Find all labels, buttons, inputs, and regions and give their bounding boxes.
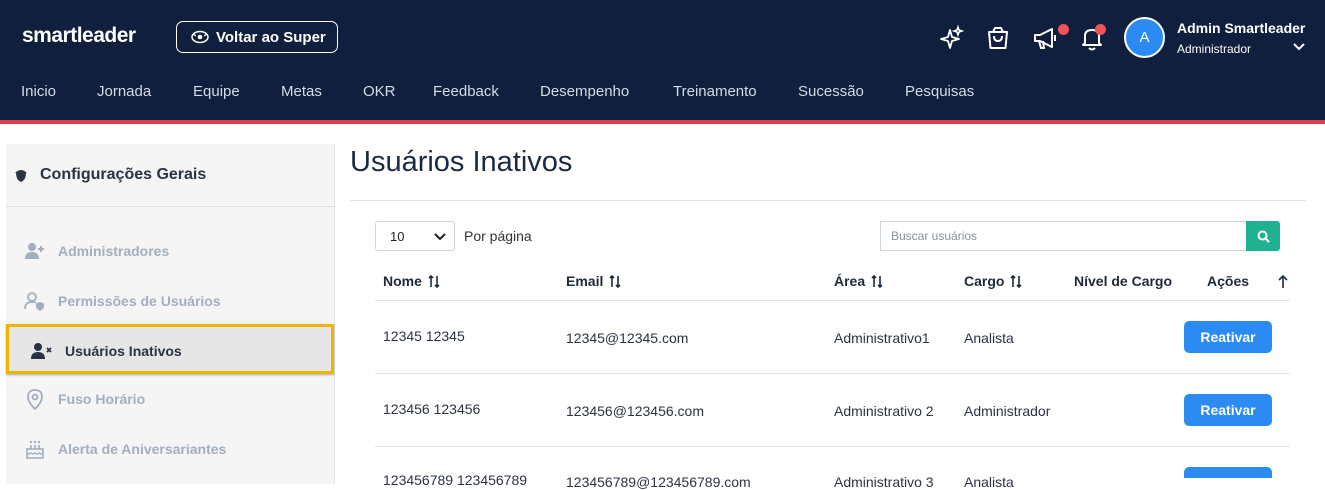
page-title: Usuários Inativos (350, 146, 573, 178)
column-header-nivel-cargo: Nível de Cargo (1074, 273, 1173, 289)
nav-item-sucessao[interactable]: Sucessão (798, 83, 864, 100)
search-button[interactable] (1246, 221, 1280, 251)
cake-icon (26, 440, 44, 459)
cell-area: Administrativo1 (834, 330, 930, 346)
settings-sidebar: Configurações Gerais Administradores Per… (6, 144, 335, 484)
megaphone-notification-dot (1058, 24, 1069, 35)
title-divider (350, 200, 1306, 201)
column-header-acoes: Ações (1207, 273, 1250, 289)
sort-icon (871, 274, 883, 288)
user-x-icon (31, 343, 52, 359)
per-page-select[interactable]: 10 (375, 221, 455, 251)
back-to-super-button[interactable]: Voltar ao Super (176, 21, 338, 53)
nav-item-metas[interactable]: Metas (281, 83, 322, 100)
table-divider (375, 300, 1290, 301)
acorn-icon (15, 170, 27, 182)
megaphone-icon[interactable] (1032, 24, 1060, 52)
search-placeholder: Buscar usuários (891, 229, 978, 243)
table-divider (375, 373, 1290, 374)
search-icon (1257, 230, 1270, 243)
user-shield-icon (24, 292, 44, 311)
sort-icon (609, 274, 621, 288)
user-plus-icon (25, 243, 44, 259)
cell-nome: 12345 12345 (383, 328, 465, 344)
search-input[interactable]: Buscar usuários (880, 221, 1246, 251)
sidebar-item-alerta-aniversariantes[interactable]: Alerta de Aniversariantes (24, 435, 226, 463)
nav-item-feedback[interactable]: Feedback (433, 83, 499, 100)
sparkles-icon[interactable] (937, 24, 965, 52)
cell-cargo: Analista (964, 474, 1014, 490)
nav-item-equipe[interactable]: Equipe (193, 83, 240, 100)
sidebar-item-administradores[interactable]: Administradores (24, 237, 169, 265)
user-role: Administrador (1177, 42, 1252, 56)
nav-item-jornada[interactable]: Jornada (97, 83, 151, 100)
per-page-value: 10 (390, 228, 405, 244)
sidebar-item-permissoes[interactable]: Permissões de Usuários (24, 287, 221, 315)
sort-icon (428, 274, 440, 288)
user-name: Admin Smartleader (1177, 20, 1306, 36)
nav-item-treinamento[interactable]: Treinamento (673, 83, 757, 100)
back-to-super-label: Voltar ao Super (216, 28, 326, 46)
cell-cargo: Administrador (964, 403, 1051, 419)
cell-email: 123456@123456.com (566, 403, 704, 419)
bell-notification-dot (1095, 24, 1106, 35)
nav-item-pesquisas[interactable]: Pesquisas (905, 83, 974, 100)
cell-area: Administrativo 3 (834, 474, 934, 490)
shopping-bag-icon[interactable] (984, 24, 1012, 52)
app-logo[interactable]: smartleader (22, 24, 136, 48)
top-header: smartleader Voltar ao Super A Admin Smar… (0, 0, 1325, 120)
chevron-down-icon (434, 233, 446, 241)
cell-nome: 123456789 123456789 (383, 472, 528, 488)
nav-item-desempenho[interactable]: Desempenho (540, 83, 629, 100)
column-header-nome[interactable]: Nome (383, 273, 440, 289)
column-header-area[interactable]: Área (834, 273, 883, 289)
per-page-label: Por página (464, 228, 532, 244)
sidebar-title: Configurações Gerais (14, 166, 206, 184)
chevron-down-icon[interactable] (1292, 42, 1306, 52)
cell-nome: 123456 123456 (383, 401, 481, 417)
cell-area: Administrativo 2 (834, 403, 934, 419)
arrow-up-icon[interactable] (1278, 275, 1288, 289)
nav-item-inicio[interactable]: Inicio (21, 83, 56, 100)
column-header-email[interactable]: Email (566, 273, 621, 289)
reactivate-button[interactable]: Reativar (1184, 394, 1272, 426)
reactivate-button[interactable] (1184, 467, 1272, 478)
map-pin-icon (27, 389, 43, 410)
eye-icon (191, 30, 209, 44)
column-header-cargo[interactable]: Cargo (964, 273, 1023, 289)
cell-email: 123456789@123456789.com (566, 474, 751, 490)
sidebar-item-usuarios-inativos[interactable]: Usuários Inativos (6, 324, 334, 374)
table-divider (375, 446, 1290, 447)
nav-item-okr[interactable]: OKR (363, 83, 396, 100)
avatar[interactable]: A (1124, 17, 1165, 58)
header-accent-line (0, 120, 1325, 124)
reactivate-button[interactable]: Reativar (1184, 321, 1272, 353)
cell-cargo: Analista (964, 330, 1014, 346)
cell-email: 12345@12345.com (566, 330, 689, 346)
sidebar-divider (6, 206, 335, 207)
sort-icon (1010, 274, 1023, 288)
sidebar-item-fuso-horario[interactable]: Fuso Horário (24, 385, 145, 413)
